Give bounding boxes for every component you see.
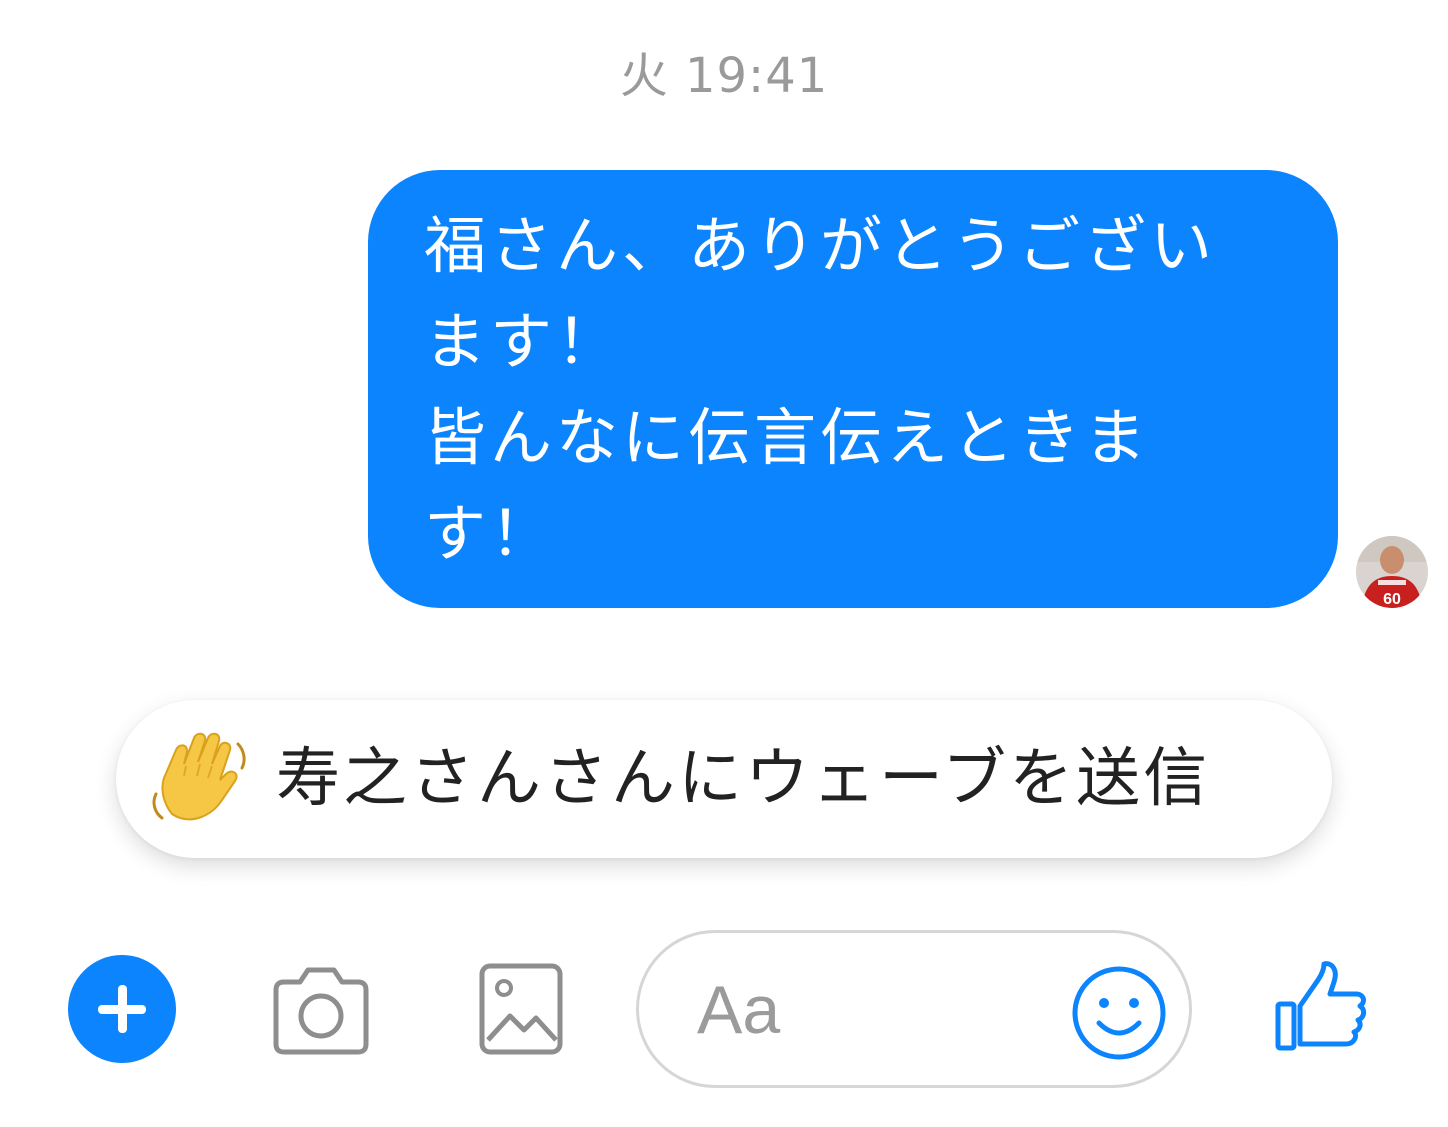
message-timestamp: 火 19:41: [619, 48, 829, 104]
message-line: す！: [424, 497, 557, 570]
plus-icon: [98, 985, 146, 1033]
message-line: 皆んなに伝言伝えときま: [424, 401, 1151, 474]
read-receipt-avatar: 60: [1356, 536, 1428, 608]
like-button[interactable]: [1272, 958, 1372, 1054]
image-icon: [479, 963, 563, 1055]
message-input[interactable]: [697, 955, 1057, 1065]
svg-text:60: 60: [1383, 591, 1401, 608]
message-line: 福さん、ありがとうござい: [424, 209, 1217, 282]
emoji-button[interactable]: [1069, 963, 1169, 1063]
wave-sent-notice: 寿之さんさんにウェーブを送信: [116, 700, 1332, 858]
waving-hand-icon: [142, 724, 252, 834]
message-line: ます！: [424, 305, 623, 378]
message-compose-box[interactable]: [636, 930, 1192, 1088]
thumbs-up-icon: [1275, 961, 1367, 1051]
photo-gallery-button[interactable]: [476, 960, 566, 1058]
camera-icon: [273, 967, 369, 1055]
camera-button[interactable]: [266, 960, 376, 1060]
smiley-icon: [1072, 966, 1166, 1060]
sent-message-bubble[interactable]: 福さん、ありがとうござい ます！ 皆んなに伝言伝えときま す！: [368, 170, 1338, 608]
wave-notice-text: 寿之さんさんにウェーブを送信: [276, 742, 1211, 816]
plus-button[interactable]: [68, 955, 176, 1063]
